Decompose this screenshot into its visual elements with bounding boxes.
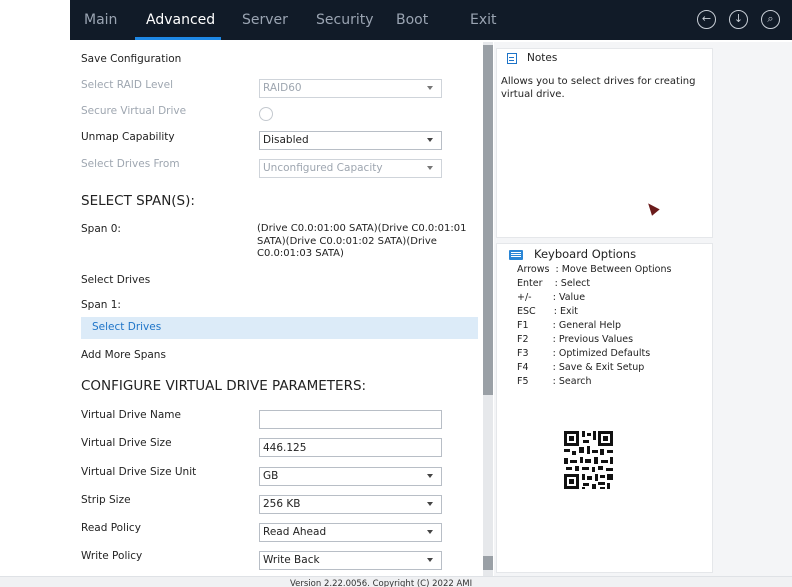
chevron-down-icon (427, 166, 433, 170)
settings-panel: Save Configuration Select RAID Level RAI… (70, 42, 482, 576)
mouse-cursor-icon (644, 200, 660, 216)
keyboard-option-line: F1 : General Help (517, 320, 622, 331)
keyboard-icon (509, 250, 523, 260)
chevron-down-icon (427, 86, 433, 90)
scrollbar-bottom-thumb[interactable] (483, 556, 493, 570)
keyboard-option-line: F4 : Save & Exit Setup (517, 362, 645, 373)
strip-size-value: 256 KB (263, 498, 301, 510)
select-drives-from-value: Unconfigured Capacity (263, 162, 383, 174)
select-spans-heading: SELECT SPAN(S): (81, 193, 195, 209)
back-circle-icon[interactable]: ← (697, 10, 716, 29)
read-policy-label: Read Policy (81, 522, 141, 534)
virtual-drive-size-label: Virtual Drive Size (81, 437, 172, 449)
select-raid-level-dropdown[interactable]: RAID60 (259, 79, 442, 98)
write-policy-dropdown[interactable]: Write Back (259, 551, 442, 570)
top-menu-bar: Main Advanced Server Security Boot Exit … (0, 0, 792, 42)
select-drives-from-dropdown[interactable]: Unconfigured Capacity (259, 159, 442, 178)
read-policy-dropdown[interactable]: Read Ahead (259, 523, 442, 542)
unmap-capability-label: Unmap Capability (81, 131, 175, 143)
select-raid-level-label: Select RAID Level (81, 79, 174, 91)
footer-version-text: Version 2.22.0056. Copyright (C) 2022 AM… (290, 579, 473, 587)
write-policy-label: Write Policy (81, 550, 143, 562)
virtual-drive-size-unit-dropdown[interactable]: GB (259, 467, 442, 486)
span0-drives-value: (Drive C0.0:01:00 SATA)(Drive C0.0:01:01… (257, 223, 467, 259)
tab-advanced[interactable]: Advanced (146, 12, 215, 28)
secure-virtual-drive-radio[interactable] (259, 107, 273, 121)
keyboard-option-line: Arrows : Move Between Options (517, 264, 672, 275)
keyboard-option-line: ESC : Exit (517, 306, 578, 317)
virtual-drive-size-input[interactable]: 446.125 (259, 438, 442, 457)
notes-text: Allows you to select drives for creating… (501, 76, 696, 100)
download-circle-icon[interactable]: ↓ (729, 10, 748, 29)
search-circle-icon[interactable]: ⌕ (761, 10, 780, 29)
tab-security[interactable]: Security (316, 12, 374, 28)
configure-parameters-heading: CONFIGURE VIRTUAL DRIVE PARAMETERS: (81, 378, 367, 394)
qr-code-icon (555, 420, 621, 500)
virtual-drive-name-label: Virtual Drive Name (81, 409, 181, 421)
span0-label: Span 0: (81, 223, 121, 235)
help-panel: Notes Allows you to select drives for cr… (494, 42, 792, 576)
top-menu-bar-inner: Main Advanced Server Security Boot Exit … (70, 0, 792, 40)
strip-size-label: Strip Size (81, 494, 131, 506)
add-more-spans-link[interactable]: Add More Spans (81, 349, 166, 361)
notes-title: Notes (527, 52, 558, 64)
virtual-drive-size-value: 446.125 (263, 442, 307, 454)
keyboard-options-box: Keyboard Options Arrows : Move Between O… (496, 243, 713, 573)
save-configuration-label[interactable]: Save Configuration (81, 53, 181, 65)
keyboard-option-line: Enter : Select (517, 278, 591, 289)
write-policy-value: Write Back (263, 554, 320, 566)
notes-box: Notes Allows you to select drives for cr… (496, 48, 713, 238)
select-drives-span1-row[interactable]: Select Drives (81, 317, 478, 339)
virtual-drive-size-unit-label: Virtual Drive Size Unit (81, 466, 197, 478)
keyboard-option-line: F5 : Search (517, 376, 592, 387)
read-policy-value: Read Ahead (263, 526, 327, 538)
scrollbar-thumb[interactable] (483, 45, 493, 395)
tab-boot[interactable]: Boot (396, 12, 428, 28)
span1-label: Span 1: (81, 299, 121, 311)
virtual-drive-name-input[interactable] (259, 410, 442, 429)
chevron-down-icon (427, 558, 433, 562)
strip-size-dropdown[interactable]: 256 KB (259, 495, 442, 514)
tab-main[interactable]: Main (84, 12, 117, 28)
active-tab-indicator (135, 37, 221, 40)
keyboard-option-line: F2 : Previous Values (517, 334, 634, 345)
select-drives-from-label: Select Drives From (81, 158, 180, 170)
unmap-capability-dropdown[interactable]: Disabled (259, 131, 442, 150)
footer-bar: Version 2.22.0056. Copyright (C) 2022 AM… (0, 576, 792, 587)
secure-virtual-drive-label: Secure Virtual Drive (81, 105, 187, 117)
keyboard-options-title: Keyboard Options (534, 247, 637, 261)
chevron-down-icon (427, 474, 433, 478)
notes-icon (507, 53, 517, 64)
select-drives-span0-link[interactable]: Select Drives (81, 274, 150, 286)
keyboard-option-line: F3 : Optimized Defaults (517, 348, 651, 359)
unmap-capability-value: Disabled (263, 134, 309, 146)
tab-server[interactable]: Server (242, 12, 288, 28)
chevron-down-icon (427, 138, 433, 142)
keyboard-option-line: +/- : Value (517, 292, 586, 303)
chevron-down-icon (427, 502, 433, 506)
tab-exit[interactable]: Exit (470, 12, 497, 28)
virtual-drive-size-unit-value: GB (263, 470, 279, 482)
chevron-down-icon (427, 530, 433, 534)
select-drives-span1-link[interactable]: Select Drives (92, 321, 161, 333)
select-raid-level-value: RAID60 (263, 82, 302, 94)
